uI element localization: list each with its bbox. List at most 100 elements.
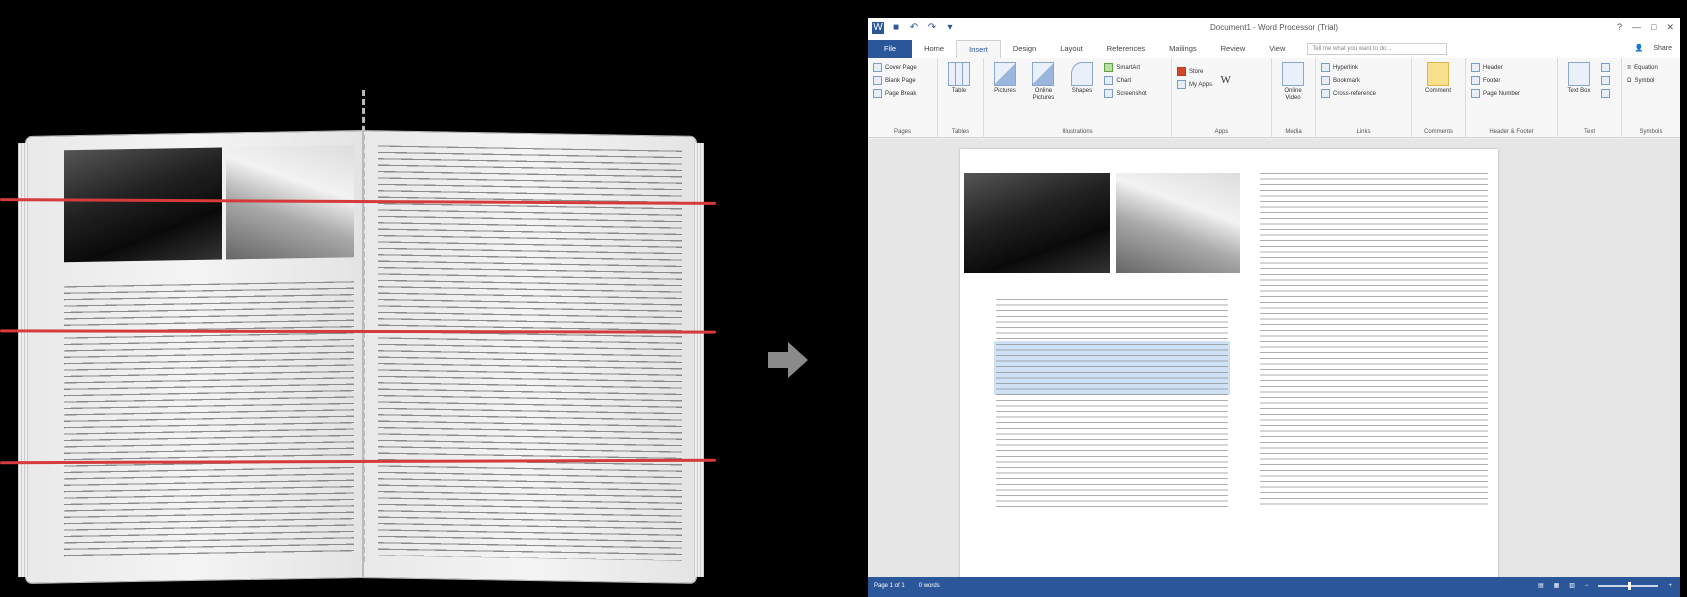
- print-layout-icon[interactable]: ▦: [1554, 582, 1560, 589]
- quick-parts-button[interactable]: [1601, 62, 1611, 73]
- group-label: Links: [1356, 129, 1371, 135]
- web-layout-icon[interactable]: ▥: [1569, 582, 1575, 589]
- chart-button[interactable]: Chart: [1104, 75, 1146, 86]
- cover-page-icon: [873, 63, 882, 72]
- window-controls: ? — □ ✕: [1617, 22, 1674, 33]
- drop-cap-button[interactable]: [1601, 88, 1611, 99]
- smartart-button[interactable]: SmartArt: [1104, 62, 1146, 73]
- my-apps-icon: [1177, 80, 1186, 89]
- tab-design[interactable]: Design: [1001, 40, 1048, 58]
- group-comments: Comment Comments: [1412, 58, 1466, 138]
- screenshot-stage: W ■ ↶ ↷ ▾ Document1 - Word Processor (Tr…: [0, 0, 1687, 597]
- conversion-arrow-icon: [768, 342, 808, 378]
- document-photo-light-interior: [1116, 173, 1240, 273]
- group-tables: Table Tables: [938, 58, 984, 138]
- table-button[interactable]: Table: [943, 62, 975, 95]
- ribbon-tabs: File Home Insert Design Layout Reference…: [868, 40, 1680, 58]
- footer-button[interactable]: Footer: [1471, 75, 1520, 86]
- screenshot-button[interactable]: Screenshot: [1104, 88, 1147, 99]
- group-header-footer: Header Footer Page Number Header & Foote…: [1466, 58, 1558, 138]
- wordart-icon: [1601, 76, 1611, 85]
- cross-reference-icon: [1321, 89, 1330, 98]
- close-button[interactable]: ✕: [1666, 22, 1674, 33]
- equation-icon: π: [1627, 64, 1632, 71]
- group-links: Hyperlink Bookmark Cross-reference Links: [1316, 58, 1412, 138]
- hyperlink-button[interactable]: Hyperlink: [1321, 62, 1376, 73]
- book-text-lines: [64, 281, 354, 561]
- user-icon[interactable]: 👤: [1635, 40, 1644, 58]
- page-count[interactable]: Page 1 of 1: [874, 583, 905, 589]
- tab-insert[interactable]: Insert: [956, 40, 1001, 58]
- online-pictures-icon: [1032, 62, 1055, 86]
- account-area: 👤 Share: [1635, 40, 1680, 58]
- smartart-icon: [1104, 63, 1114, 72]
- blank-page-button[interactable]: Blank Page: [873, 75, 917, 86]
- book-spine-guide: [362, 90, 365, 562]
- maximize-button[interactable]: □: [1651, 22, 1656, 33]
- group-illustrations: Pictures Online Pictures Shapes SmartArt…: [984, 58, 1172, 138]
- header-button[interactable]: Header: [1471, 62, 1520, 73]
- title-bar: W ■ ↶ ↷ ▾ Document1 - Word Processor (Tr…: [868, 18, 1680, 40]
- comment-button[interactable]: Comment: [1417, 62, 1459, 95]
- zoom-slider-thumb[interactable]: [1628, 581, 1632, 590]
- text-box-icon: [1568, 62, 1590, 86]
- pictures-button[interactable]: Pictures: [989, 62, 1021, 95]
- tab-mailings[interactable]: Mailings: [1157, 40, 1209, 58]
- tab-references[interactable]: References: [1095, 40, 1157, 58]
- equation-button[interactable]: π Equation: [1627, 62, 1658, 73]
- my-apps-button[interactable]: My Apps: [1177, 79, 1212, 90]
- cross-reference-button[interactable]: Cross-reference: [1321, 88, 1376, 99]
- online-video-button[interactable]: Online Video: [1277, 62, 1309, 102]
- page-break-icon: [873, 89, 882, 98]
- cover-page-button[interactable]: Cover Page: [873, 62, 917, 73]
- book-text-lines: [378, 145, 682, 561]
- footer-icon: [1471, 76, 1480, 85]
- group-label: Tables: [951, 129, 970, 135]
- share-button[interactable]: Share: [1653, 40, 1672, 58]
- group-label: Header & Footer: [1489, 129, 1534, 135]
- help-button[interactable]: ?: [1617, 22, 1622, 33]
- read-mode-icon[interactable]: ▤: [1538, 582, 1544, 589]
- tab-view[interactable]: View: [1257, 40, 1297, 58]
- page-break-button[interactable]: Page Break: [873, 88, 917, 99]
- online-pictures-button[interactable]: Online Pictures: [1027, 62, 1059, 102]
- pictures-icon: [994, 62, 1016, 86]
- bookmark-button[interactable]: Bookmark: [1321, 75, 1376, 86]
- tab-file[interactable]: File: [868, 40, 913, 58]
- status-bar: Page 1 of 1 0 words ▤ ▦ ▥ − +: [868, 577, 1680, 597]
- group-label: Apps: [1214, 129, 1229, 135]
- symbol-icon: Ω: [1627, 77, 1632, 84]
- header-icon: [1471, 63, 1480, 72]
- document-photo-dark-interior: [964, 173, 1110, 273]
- symbol-button[interactable]: Ω Symbol: [1627, 75, 1658, 86]
- tab-home[interactable]: Home: [912, 40, 956, 58]
- page-number-icon: [1471, 89, 1480, 98]
- group-label: Illustrations: [1062, 129, 1093, 135]
- quick-parts-icon: [1601, 63, 1611, 72]
- table-icon: [948, 62, 970, 86]
- screenshot-icon: [1104, 89, 1114, 98]
- text-box-button[interactable]: Text Box: [1563, 62, 1595, 95]
- minimize-button[interactable]: —: [1632, 22, 1641, 33]
- document-text-column-left[interactable]: [996, 299, 1228, 509]
- group-label: Pages: [893, 129, 911, 135]
- document-canvas[interactable]: [868, 139, 1680, 589]
- tell-me-input[interactable]: Tell me what you want to do...: [1307, 43, 1448, 55]
- group-text: Text Box Text: [1558, 58, 1622, 138]
- tab-review[interactable]: Review: [1209, 40, 1258, 58]
- tab-layout[interactable]: Layout: [1048, 40, 1095, 58]
- zoom-out-icon[interactable]: −: [1585, 583, 1589, 589]
- zoom-in-icon[interactable]: +: [1668, 583, 1672, 589]
- document-page[interactable]: [960, 149, 1498, 589]
- shapes-button[interactable]: Shapes: [1066, 62, 1098, 95]
- wordart-button[interactable]: [1601, 75, 1611, 86]
- page-stack-edge: [18, 142, 28, 578]
- word-count[interactable]: 0 words: [919, 583, 940, 589]
- page-number-button[interactable]: Page Number: [1471, 88, 1520, 99]
- document-text-column-right[interactable]: [1260, 173, 1488, 509]
- wikipedia-icon[interactable]: W: [1220, 74, 1230, 86]
- bookmark-icon: [1321, 76, 1330, 85]
- zoom-slider[interactable]: [1598, 581, 1659, 590]
- store-button[interactable]: Store: [1177, 66, 1212, 77]
- shapes-icon: [1070, 62, 1093, 86]
